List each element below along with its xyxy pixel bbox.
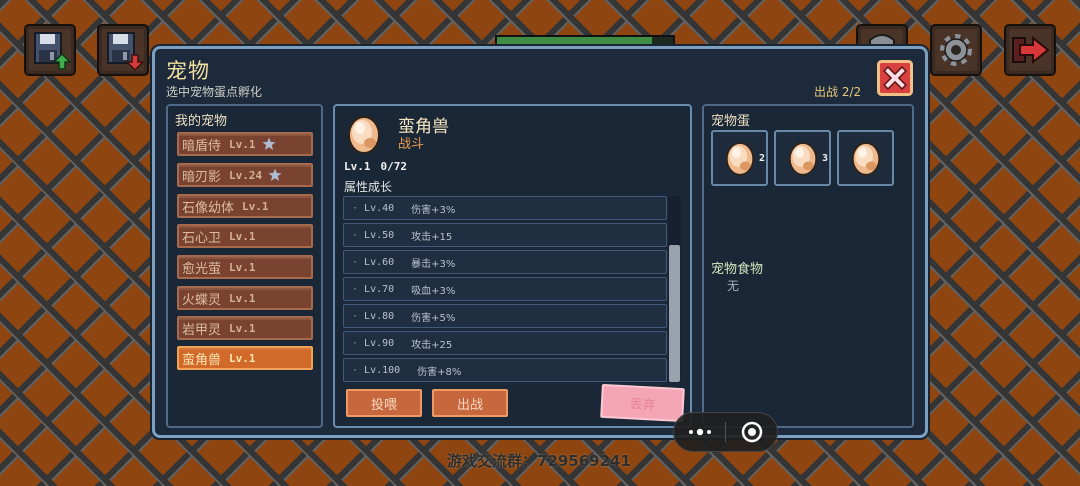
pet-dialog: 宠物 选中宠物蛋点孵化 出战 2/2 我的宠物 暗盾侍 Lv.1 暗刃影 Lv.…: [152, 46, 928, 438]
pet-name: 岩甲灵: [182, 322, 222, 338]
save-download-icon[interactable]: [97, 24, 149, 76]
egg-icon: [788, 140, 818, 176]
growth-level: Lv.40: [352, 203, 394, 214]
pet-list-item[interactable]: 火蝶灵 Lv.1: [177, 286, 313, 310]
pet-list-item[interactable]: 石像幼体 Lv.1: [177, 194, 313, 218]
exit-arrow-icon[interactable]: [1004, 24, 1056, 76]
dialog-title: 宠物: [166, 59, 210, 83]
egg-slot[interactable]: 2: [711, 130, 768, 186]
pet-name: 暗刃影: [182, 169, 222, 185]
pet-list-item[interactable]: 石心卫 Lv.1: [177, 224, 313, 248]
growth-level: Lv.60: [352, 257, 394, 268]
pet-name: 愈光萤: [182, 261, 222, 277]
growth-row: Lv.100 伤害+8%: [343, 358, 667, 382]
growth-header: 属性成长: [344, 180, 393, 194]
egg-icon: [725, 140, 755, 176]
discard-button[interactable]: 丢弃: [600, 383, 685, 423]
dialog-subtitle: 选中宠物蛋点孵化: [166, 85, 263, 99]
my-pets-header: 我的宠物: [175, 114, 228, 129]
egg-count: 2: [759, 153, 766, 164]
pet-detail-exp: 0/72: [380, 160, 408, 173]
close-button[interactable]: [877, 60, 913, 96]
pet-list-item[interactable]: 暗刃影 Lv.24: [177, 163, 313, 187]
pet-level: Lv.1: [242, 199, 269, 213]
feed-button[interactable]: 投喂: [346, 389, 422, 417]
pet-list-item[interactable]: 蛮角兽 Lv.1: [177, 346, 313, 370]
my-pets-panel: 我的宠物 暗盾侍 Lv.1 暗刃影 Lv.24 石像幼体 Lv.1 石心卫 Lv…: [166, 104, 323, 428]
growth-row: Lv.40 伤害+3%: [343, 196, 667, 220]
egg-count: 3: [822, 153, 829, 164]
save-upload-icon[interactable]: [24, 24, 76, 76]
egg-slot[interactable]: [837, 130, 894, 186]
pet-detail-panel: 蛮角兽 战斗 Lv.10/72 属性成长 Lv.40 伤害+3% Lv.50 攻…: [333, 104, 692, 428]
pet-name: 蛮角兽: [182, 352, 222, 368]
pet-food-header: 宠物食物: [711, 262, 764, 277]
pet-detail-level: Lv.1: [344, 160, 371, 173]
target-circle-icon[interactable]: [726, 413, 777, 451]
pet-list-item[interactable]: 岩甲灵 Lv.1: [177, 316, 313, 340]
growth-bonus: 暴击+3%: [411, 258, 456, 270]
growth-row: Lv.80 伤害+5%: [343, 304, 667, 328]
growth-level: Lv.100: [352, 365, 400, 376]
growth-level: Lv.80: [352, 311, 394, 322]
gear-icon[interactable]: [930, 24, 982, 76]
growth-bonus: 伤害+8%: [417, 366, 462, 378]
growth-level: Lv.90: [352, 338, 394, 349]
scrollbar-thumb[interactable]: [669, 245, 680, 382]
egg-slot[interactable]: 3: [774, 130, 831, 186]
pet-detail-type: 战斗: [398, 137, 425, 152]
pet-level: Lv.1: [229, 260, 256, 274]
pet-list-item[interactable]: 愈光萤 Lv.1: [177, 255, 313, 279]
pet-level: Lv.1: [229, 291, 256, 305]
pet-level: Lv.1: [229, 321, 256, 335]
egg-icon: [851, 140, 881, 176]
growth-level: Lv.50: [352, 230, 394, 241]
pet-level: Lv.1: [229, 351, 256, 365]
pet-detail-level-row: Lv.1 0/72: [344, 160, 407, 173]
pet-list-item[interactable]: 暗盾侍 Lv.1: [177, 132, 313, 156]
growth-level: Lv.70: [352, 284, 394, 295]
growth-scrollbar[interactable]: [668, 196, 681, 382]
deploy-count: 出战 2/2: [814, 85, 862, 99]
pet-food-value: 无: [727, 279, 740, 293]
community-group-text: 游戏交流群：729569241: [447, 452, 631, 470]
growth-row: Lv.70 吸血+3%: [343, 277, 667, 301]
growth-bonus: 伤害+5%: [411, 312, 456, 324]
growth-bonus: 伤害+3%: [411, 204, 456, 216]
pet-level: Lv.1: [229, 137, 256, 151]
star-icon: [268, 168, 282, 182]
eggs-header: 宠物蛋: [711, 114, 751, 129]
growth-row: Lv.50 攻击+15: [343, 223, 667, 247]
pet-name: 暗盾侍: [182, 138, 222, 154]
close-icon: [877, 60, 913, 96]
growth-bonus: 攻击+15: [411, 231, 453, 243]
pet-name: 石像幼体: [182, 200, 235, 216]
growth-bonus: 攻击+25: [411, 339, 453, 351]
pet-name: 石心卫: [182, 230, 222, 246]
eggs-panel: 宠物蛋 2 3 宠物食物 无: [702, 104, 914, 428]
growth-row: Lv.60 暴击+3%: [343, 250, 667, 274]
deploy-button[interactable]: 出战: [432, 389, 508, 417]
star-icon: [262, 137, 276, 151]
more-dots-icon[interactable]: [674, 413, 725, 451]
growth-bonus: 吸血+3%: [411, 285, 456, 297]
growth-row: Lv.90 攻击+25: [343, 331, 667, 355]
pet-name: 火蝶灵: [182, 292, 222, 308]
egg-icon: [347, 114, 381, 154]
pet-level: Lv.1: [229, 229, 256, 243]
pet-level: Lv.24: [229, 168, 263, 182]
capsule-menu: [673, 412, 778, 452]
